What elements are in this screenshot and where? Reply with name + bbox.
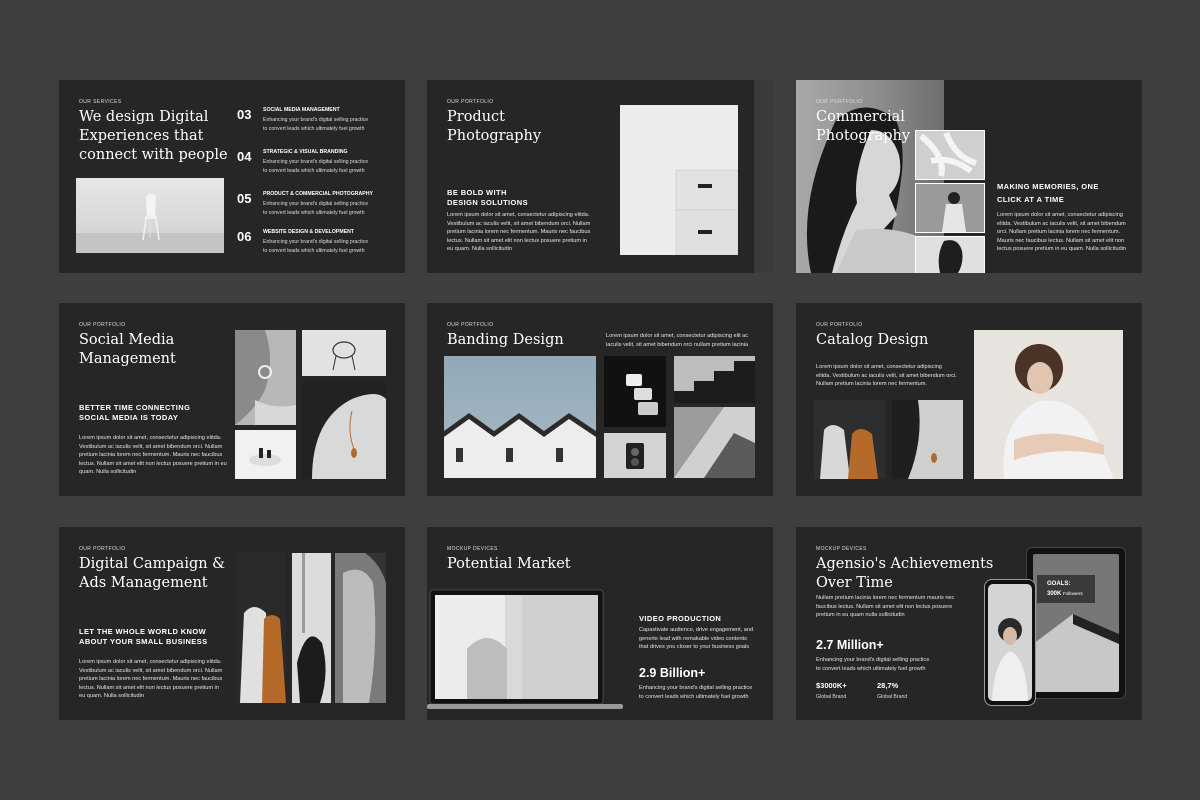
slide-title: Potential Market	[447, 556, 571, 572]
slide-body: Lorem ipsum dolor sit amet, consectetur …	[79, 435, 227, 476]
building-photo	[674, 407, 755, 478]
slide-product-photography[interactable]: OUR PORTFOLIO Product Photography BE BOL…	[427, 80, 773, 273]
slide-kicker: MOCKUP DEVICES	[816, 546, 867, 552]
slide-subtitle: LET THE WHOLE WORLD KNOW ABOUT YOUR SMAL…	[79, 627, 208, 646]
slide-title: Product Photography	[447, 109, 542, 144]
necklace-photo	[302, 381, 386, 479]
model-photo	[974, 330, 1123, 479]
cups-photo	[604, 356, 666, 427]
accent-strip	[754, 80, 773, 273]
laptop-mockup	[427, 589, 623, 713]
tablet-mockup: GOALS: 300K Followers	[1026, 547, 1126, 699]
slide-body: Lorem ipsum dolor sit amet, consectetur …	[79, 659, 223, 700]
slide-body: Lorem ipsum dolor sit amet, consectetur …	[606, 333, 749, 348]
rack-photo	[236, 553, 286, 703]
slide-kicker: OUR PORTFOLIO	[79, 322, 126, 328]
slide-social-media[interactable]: OUR PORTFOLIO Social Media Management BE…	[59, 303, 405, 496]
slide-digital-campaign[interactable]: OUR PORTFOLIO Digital Campaign & Ads Man…	[59, 527, 405, 720]
slide-body: Nullam pretium lacinia lorem nec ferment…	[816, 595, 955, 619]
stat-desc: Enhancing your brand's digital selling p…	[816, 657, 930, 672]
slide-title: Banding Design	[447, 332, 564, 348]
basket-chair-photo	[302, 330, 386, 376]
necklace-catalog-photo	[892, 400, 963, 479]
stat-big: 2.7 Million+	[816, 638, 884, 652]
woman-hair-photo	[292, 553, 331, 703]
slide-subtitle: BE BOLD WITH DESIGN SOLUTIONS	[447, 188, 528, 207]
slide-title: We design Digital Experiences that conne…	[79, 109, 228, 163]
houses-photo	[444, 356, 596, 478]
camera-photo	[604, 433, 666, 478]
slide-subtitle: VIDEO PRODUCTION	[639, 614, 722, 623]
slide-body: Capastivate audience, drive engagement, …	[639, 627, 754, 651]
stat-big: 2.9 Billion+	[639, 666, 706, 680]
slide-catalog-design[interactable]: OUR PORTFOLIO Catalog Design Lorem ipsum…	[796, 303, 1142, 496]
slide-kicker: OUR PORTFOLIO	[816, 99, 863, 105]
slide-commercial-photography[interactable]: OUR PORTFOLIO Commercial Photography MAK…	[796, 80, 1142, 273]
slide-kicker: MOCKUP DEVICES	[447, 546, 498, 552]
jeans-photo	[335, 553, 386, 703]
slide-kicker: OUR PORTFOLIO	[447, 322, 494, 328]
slide-achievements[interactable]: MOCKUP DEVICES Agensio's Achievements Ov…	[796, 527, 1142, 720]
woman-photo	[915, 236, 985, 273]
slide-kicker: OUR PORTFOLIO	[79, 546, 126, 552]
slide-banding-design[interactable]: OUR PORTFOLIO Banding Design Lorem ipsum…	[427, 303, 773, 496]
cosmetics-photo	[235, 430, 296, 479]
slide-title: Digital Campaign & Ads Management	[79, 556, 226, 591]
fabric-photo	[915, 130, 985, 180]
slide-title: Catalog Design	[816, 332, 929, 348]
slide-body: Lorem ipsum dolor sit amet, consectetur …	[447, 212, 591, 253]
slide-kicker: OUR PORTFOLIO	[816, 322, 863, 328]
stairs-photo	[674, 356, 755, 403]
slide-services[interactable]: OUR SERVICES We design Digital Experienc…	[59, 80, 405, 273]
slide-potential-market[interactable]: MOCKUP DEVICES Potential Market VIDEO PR…	[427, 527, 773, 720]
slide-title: Social Media Management	[79, 332, 176, 367]
slide-title: Agensio's Achievements Over Time	[816, 556, 994, 591]
slide-title: Commercial Photography	[816, 109, 911, 144]
slide-kicker: OUR PORTFOLIO	[447, 99, 494, 105]
slide-subtitle: BETTER TIME CONNECTING SOCIAL MEDIA IS T…	[79, 403, 191, 422]
goals-badge: GOALS: 300K Followers	[1037, 575, 1095, 603]
slide-body: Lorem ipsum dolor sit amet, consectetur …	[997, 212, 1127, 253]
slide-body: Lorem ipsum dolor sit amet, consectetur …	[816, 364, 957, 388]
phone-mockup	[984, 579, 1036, 706]
clothes-rack-photo	[814, 400, 885, 479]
figure-photo	[915, 183, 985, 233]
stat-desc: Enhancing your brand's digital selling p…	[639, 685, 753, 700]
earring-photo	[235, 330, 296, 425]
chair-photo	[76, 178, 224, 253]
slide-kicker: OUR SERVICES	[79, 99, 122, 105]
slide-subtitle: MAKING MEMORIES, ONE CLICK AT A TIME	[997, 182, 1099, 204]
drawer-photo	[620, 105, 738, 255]
